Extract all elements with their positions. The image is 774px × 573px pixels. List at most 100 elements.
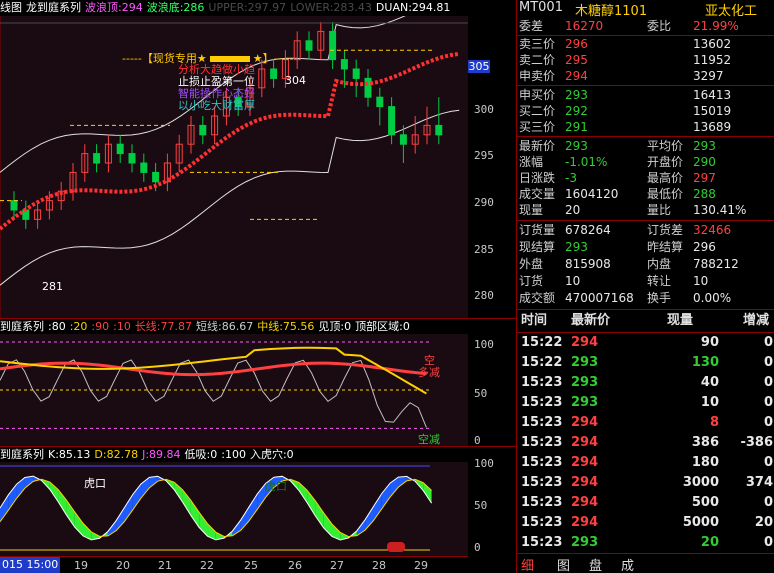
candle-body bbox=[270, 68, 278, 79]
tick-vol: 40 bbox=[700, 375, 719, 390]
stat-value: -1.01% bbox=[565, 155, 608, 169]
candle-body bbox=[340, 59, 348, 70]
ask-row[interactable]: 卖三价 296 13602 bbox=[517, 36, 774, 52]
date-label: 29 bbox=[414, 559, 428, 572]
stat-value: 290 bbox=[693, 155, 716, 169]
stat-row: 涨幅 -1.01% 开盘价 290 bbox=[517, 154, 774, 170]
bid-label: 买二价 bbox=[519, 104, 556, 118]
ind1-axis: 100 50 0 bbox=[468, 334, 516, 447]
wave-top-label: 波浪顶:294 bbox=[85, 1, 143, 14]
tick-header: 时间 最新价 现量 增减 bbox=[517, 311, 774, 331]
tab-detail[interactable]: 细 bbox=[521, 555, 534, 573]
candle-body bbox=[116, 143, 124, 155]
stat-label: 订货差 bbox=[647, 223, 684, 237]
indicator2-chart[interactable]: 虎口 虎口 bbox=[0, 462, 468, 556]
period-tab[interactable]: 线图 bbox=[0, 1, 22, 14]
stat2-row: 外盘 815908 内盘 788212 bbox=[517, 256, 774, 272]
ind2-tiger: 入虎穴:0 bbox=[249, 448, 294, 461]
tick-vol: 10 bbox=[700, 395, 719, 410]
bid-price: 291 bbox=[565, 120, 588, 134]
tick-price: 294 bbox=[571, 515, 599, 530]
tick-vol: 180 bbox=[691, 455, 719, 470]
tick-row[interactable]: 15:23 294 5000 20 bbox=[517, 513, 774, 533]
ind1-bottom: 见顶:0 bbox=[318, 320, 352, 333]
stat-value: 10 bbox=[565, 274, 581, 288]
tick-row[interactable]: 15:22 293 130 0 bbox=[517, 353, 774, 373]
tick-row[interactable]: 15:23 293 10 0 bbox=[517, 393, 774, 413]
y-tick: 290 bbox=[474, 196, 494, 209]
tab-trades[interactable]: 成 bbox=[621, 555, 634, 573]
tick-vol: 90 bbox=[700, 335, 719, 350]
tab-book[interactable]: 盘 bbox=[589, 555, 602, 573]
indicator2-area[interactable] bbox=[0, 462, 468, 556]
ind1-param: :90 bbox=[91, 320, 110, 333]
candle-body bbox=[305, 40, 313, 51]
ask-row[interactable]: 申卖价 294 3297 bbox=[517, 68, 774, 84]
tick-price: 294 bbox=[571, 455, 599, 470]
divider bbox=[517, 136, 774, 137]
tick-row[interactable]: 15:23 294 180 0 bbox=[517, 453, 774, 473]
tag-more-sub: 多减 bbox=[418, 366, 440, 379]
tick-price: 293 bbox=[571, 355, 599, 370]
stat-label: 成交量 bbox=[519, 187, 556, 201]
tick-row[interactable]: 15:23 293 40 0 bbox=[517, 373, 774, 393]
ind1-param: :20 bbox=[69, 320, 88, 333]
ind1-mid: 中线:75.56 bbox=[257, 320, 315, 333]
kd-fill bbox=[249, 493, 258, 521]
tick-row[interactable]: 15:23 294 8 0 bbox=[517, 413, 774, 433]
date-label: 19 bbox=[74, 559, 88, 572]
stat-label: 内盘 bbox=[647, 257, 672, 271]
tick-time: 15:23 bbox=[521, 455, 563, 470]
tick-row[interactable]: 15:22 294 90 0 bbox=[517, 333, 774, 353]
weibi-value: 21.99% bbox=[693, 19, 739, 33]
candle-body bbox=[388, 106, 396, 136]
bid-row[interactable]: 买二价 292 15019 bbox=[517, 103, 774, 119]
y-tick: 280 bbox=[474, 289, 494, 302]
stat-value: 1604120 bbox=[565, 187, 619, 201]
bid-row[interactable]: 申买价 293 16413 bbox=[517, 87, 774, 103]
stat-label: 开盘价 bbox=[647, 155, 684, 169]
tab-chart[interactable]: 图 bbox=[557, 555, 570, 573]
indicator1-chart[interactable]: 空 多减 空减 bbox=[0, 334, 468, 446]
tick-change: 0 bbox=[763, 395, 773, 410]
bid-row[interactable]: 买三价 291 13689 bbox=[517, 119, 774, 135]
tiger-mouth-label-2: 虎口 bbox=[265, 480, 287, 493]
tick-row[interactable]: 15:23 293 20 0 bbox=[517, 533, 774, 553]
indicator-name[interactable]: 龙到庭系列 bbox=[26, 1, 81, 14]
bid-vol: 15019 bbox=[693, 104, 732, 118]
ind1-name[interactable]: 到庭系列 bbox=[0, 320, 44, 333]
tick-change: -386 bbox=[740, 435, 773, 450]
indicator1-lines[interactable] bbox=[0, 334, 468, 446]
tick-row[interactable]: 15:23 294 386 -386 bbox=[517, 433, 774, 453]
stat-label: 外盘 bbox=[519, 257, 544, 271]
stat-label: 转让 bbox=[647, 274, 672, 288]
stat-value: 815908 bbox=[565, 257, 611, 271]
tick-row[interactable]: 15:23 294 500 0 bbox=[517, 493, 774, 513]
tick-row[interactable]: 15:23 294 3000 374 bbox=[517, 473, 774, 493]
divider bbox=[517, 309, 774, 310]
company-name: 亚太化工 bbox=[705, 4, 758, 19]
stat-value: 788212 bbox=[693, 257, 739, 271]
candle-body bbox=[128, 153, 136, 164]
ind2-val100: :100 bbox=[221, 448, 246, 461]
kd-fill bbox=[381, 483, 391, 509]
ind1-short: 短线:86.67 bbox=[196, 320, 254, 333]
quote-header: MT001 木糖醇1101 亚太化工 bbox=[517, 0, 774, 19]
kd-fill bbox=[323, 512, 332, 537]
th-vol: 现量 bbox=[667, 313, 694, 328]
main-price-chart[interactable]: -----【现货专用★ ★】----- 分析大趋做小趋 止损止盈第一位 智能操作心… bbox=[0, 0, 468, 318]
upper-label: UPPER:297.97 bbox=[208, 1, 287, 14]
ask-price: 294 bbox=[565, 69, 588, 83]
ask-row[interactable]: 卖二价 295 11952 bbox=[517, 52, 774, 68]
tick-price: 293 bbox=[571, 395, 599, 410]
stat-label: 成交额 bbox=[519, 291, 556, 305]
annotation-block: 分析大趋做小趋 止损止盈第一位 智能操作心态好 以小吃大财富厚 bbox=[178, 64, 255, 112]
bid-label: 买三价 bbox=[519, 120, 556, 134]
tick-change: 374 bbox=[745, 475, 773, 490]
stat-value: 678264 bbox=[565, 223, 611, 237]
stat-value: 130.41% bbox=[693, 203, 747, 217]
ask-vol: 13602 bbox=[693, 37, 732, 51]
tick-change: 20 bbox=[754, 515, 773, 530]
ind2-name[interactable]: 到庭系列 bbox=[0, 448, 44, 461]
ind1-long: 长线:77.87 bbox=[134, 320, 193, 333]
